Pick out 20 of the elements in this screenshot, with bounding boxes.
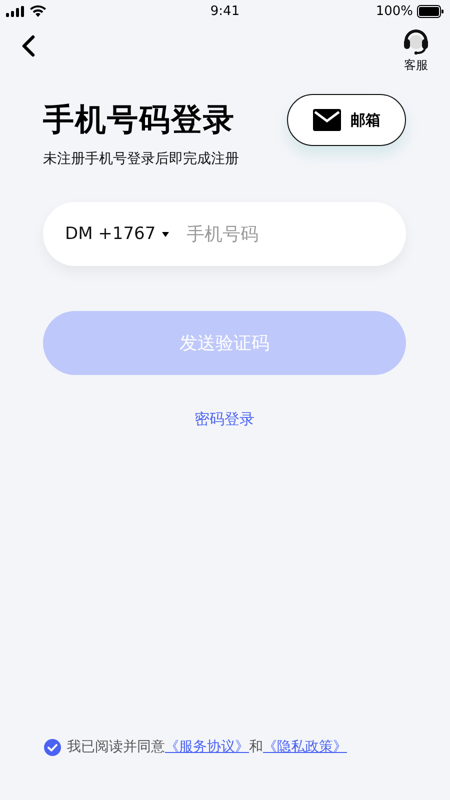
battery-icon <box>417 4 444 18</box>
envelope-icon <box>312 109 340 131</box>
country-code-selector[interactable]: DM +1767 <box>65 224 169 244</box>
password-login-link[interactable]: 密码登录 <box>194 410 254 429</box>
wifi-icon <box>30 5 46 17</box>
back-icon[interactable] <box>20 34 36 58</box>
policy-link[interactable]: 《隐私政策》 <box>263 739 347 755</box>
subtitle: 未注册手机号登录后即完成注册 <box>43 150 240 168</box>
policy-link[interactable]: 《服务协议》 <box>165 739 249 755</box>
email-login-button[interactable]: 邮箱 <box>287 94 406 146</box>
battery-percent: 100% <box>376 4 413 18</box>
page-title: 手机号码登录 <box>43 101 235 140</box>
headset-icon <box>402 27 430 55</box>
phone-number-input[interactable]: 手机号码 <box>184 222 384 246</box>
agreement-text: 我已阅读并同意《服务协议》和《隐私政策》 <box>67 738 347 756</box>
customer-service-button[interactable]: 客服 <box>402 27 430 74</box>
checkbox-checked-icon[interactable] <box>44 738 61 756</box>
status-time: 9:41 <box>210 4 240 18</box>
dropdown-caret-icon <box>162 232 169 236</box>
signal-icon <box>6 6 24 16</box>
